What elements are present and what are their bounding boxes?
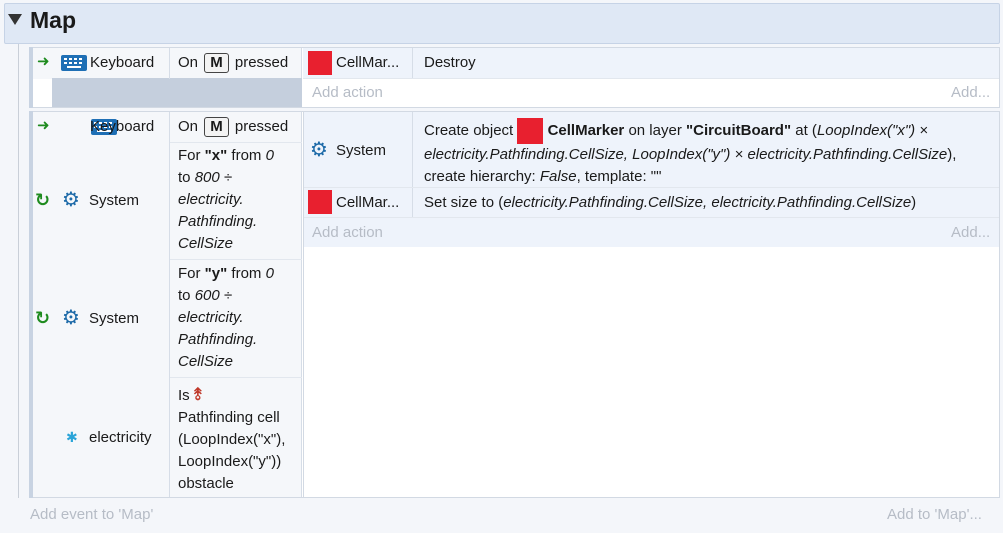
expr-line: Pathfinding. xyxy=(178,331,258,348)
condition-text-on: On xyxy=(178,54,199,71)
separator xyxy=(303,78,999,79)
text: For xyxy=(178,265,201,282)
loop-from: 0 xyxy=(265,147,274,164)
event-1-condition-spacer xyxy=(52,78,302,107)
expr-line: electricity. xyxy=(178,309,244,326)
key-badge: M xyxy=(204,117,229,137)
group-header[interactable] xyxy=(4,3,1000,44)
separator xyxy=(304,217,999,218)
condition-text-pressed: pressed xyxy=(234,118,289,135)
separator xyxy=(170,377,302,378)
condition-object-name: Keyboard xyxy=(90,118,155,135)
loop-to: 800 ÷ xyxy=(194,169,233,186)
add-action-link[interactable]: Add action xyxy=(312,222,383,244)
text: Set size to ( xyxy=(424,194,504,211)
hierarchy-value: False xyxy=(539,168,577,185)
object-name: CellMarker xyxy=(547,121,625,139)
text: For xyxy=(178,147,201,164)
cellmarker-object-icon xyxy=(308,190,332,214)
event-1-action-row[interactable] xyxy=(303,48,999,78)
text: Is xyxy=(178,387,190,404)
gear-icon: ⚙ xyxy=(62,307,80,329)
loop-var: "x" xyxy=(204,147,228,164)
text: LoopIndex("y")) xyxy=(178,453,282,470)
layer-name: "CircuitBoard" xyxy=(686,121,792,139)
text: Create object xyxy=(424,121,514,139)
text: (LoopIndex("x"), xyxy=(178,431,286,448)
group-title: Map xyxy=(30,7,76,33)
trigger-arrow-icon: ➜ xyxy=(37,117,50,134)
add-to-group-link[interactable]: Add to 'Map'... xyxy=(887,504,982,526)
for-y-condition-text[interactable]: For "y" from 0 to 600 ÷ electricity. Pat… xyxy=(178,263,298,373)
size-expr: electricity.Pathfinding.CellSize, electr… xyxy=(503,194,912,211)
loop-to: 600 ÷ xyxy=(194,287,233,304)
separator xyxy=(170,142,302,143)
add-more-link[interactable]: Add... xyxy=(951,222,990,244)
action-object-name: System xyxy=(336,142,387,159)
keyboard-icon xyxy=(61,55,87,71)
condition-object-name: System xyxy=(89,192,140,209)
separator xyxy=(304,187,999,188)
condition-text[interactable]: On M pressed xyxy=(178,116,288,138)
text: ) xyxy=(911,194,917,211)
text: Pathfinding cell xyxy=(178,409,280,426)
action-object-name: CellMar... xyxy=(336,194,400,211)
condition-text[interactable]: On M pressed xyxy=(178,52,288,74)
separator xyxy=(169,48,170,79)
create-object-action-text[interactable]: Create object CellMarker on layer "Circu… xyxy=(424,118,994,188)
text: to xyxy=(178,287,191,304)
loop-var: "y" xyxy=(204,265,228,282)
expr-line: CellSize xyxy=(178,235,234,252)
text: , template: "" xyxy=(576,168,662,185)
condition-text-pressed: pressed xyxy=(234,54,289,71)
separator xyxy=(412,112,413,217)
condition-object-name: System xyxy=(89,310,140,327)
trigger-arrow-icon: ➜ xyxy=(37,53,50,70)
cellmarker-object-icon xyxy=(517,118,544,144)
repeat-icon: ↻ xyxy=(35,308,51,328)
expr-line: CellSize xyxy=(178,353,234,370)
behavior-star-icon: ✱ xyxy=(66,429,78,445)
text: to xyxy=(178,169,191,186)
set-size-action-text[interactable]: Set size to (electricity.Pathfinding.Cel… xyxy=(424,192,994,214)
separator xyxy=(412,48,413,78)
text: create hierarchy: xyxy=(424,168,536,185)
add-event-link[interactable]: Add event to 'Map' xyxy=(30,504,153,526)
add-action-link[interactable]: Add action xyxy=(312,82,383,104)
add-more-link[interactable]: Add... xyxy=(951,82,990,104)
cellmarker-object-icon xyxy=(308,51,332,75)
separator xyxy=(170,259,302,260)
pathfinding-icon: ⥉ xyxy=(193,385,202,404)
action-object-name: CellMar... xyxy=(336,54,400,71)
expr-line: Pathfinding. xyxy=(178,213,258,230)
text: from xyxy=(231,147,262,164)
obstacle-condition-text[interactable]: Is ⥉ Pathfinding cell (LoopIndex("x"), L… xyxy=(178,384,300,495)
text: on layer xyxy=(628,121,682,139)
text: ), xyxy=(947,146,957,163)
loop-from: 0 xyxy=(265,265,274,282)
gear-icon: ⚙ xyxy=(62,189,80,211)
separator xyxy=(169,112,170,497)
gear-icon: ⚙ xyxy=(310,139,328,161)
condition-object-name: Keyboard xyxy=(90,54,155,71)
condition-text-on: On xyxy=(178,118,199,135)
for-x-condition-text[interactable]: For "x" from 0 to 800 ÷ electricity. Pat… xyxy=(178,145,298,255)
text: obstacle xyxy=(178,475,234,492)
key-badge: M xyxy=(204,53,229,73)
condition-object-name: electricity xyxy=(89,429,152,446)
tree-guide-line xyxy=(18,44,19,498)
collapse-arrow-icon[interactable] xyxy=(8,14,22,25)
repeat-icon: ↻ xyxy=(35,190,51,210)
expr-line: electricity. xyxy=(178,191,244,208)
text: at ( xyxy=(795,121,817,139)
text: from xyxy=(231,265,262,282)
action-text[interactable]: Destroy xyxy=(424,52,476,74)
